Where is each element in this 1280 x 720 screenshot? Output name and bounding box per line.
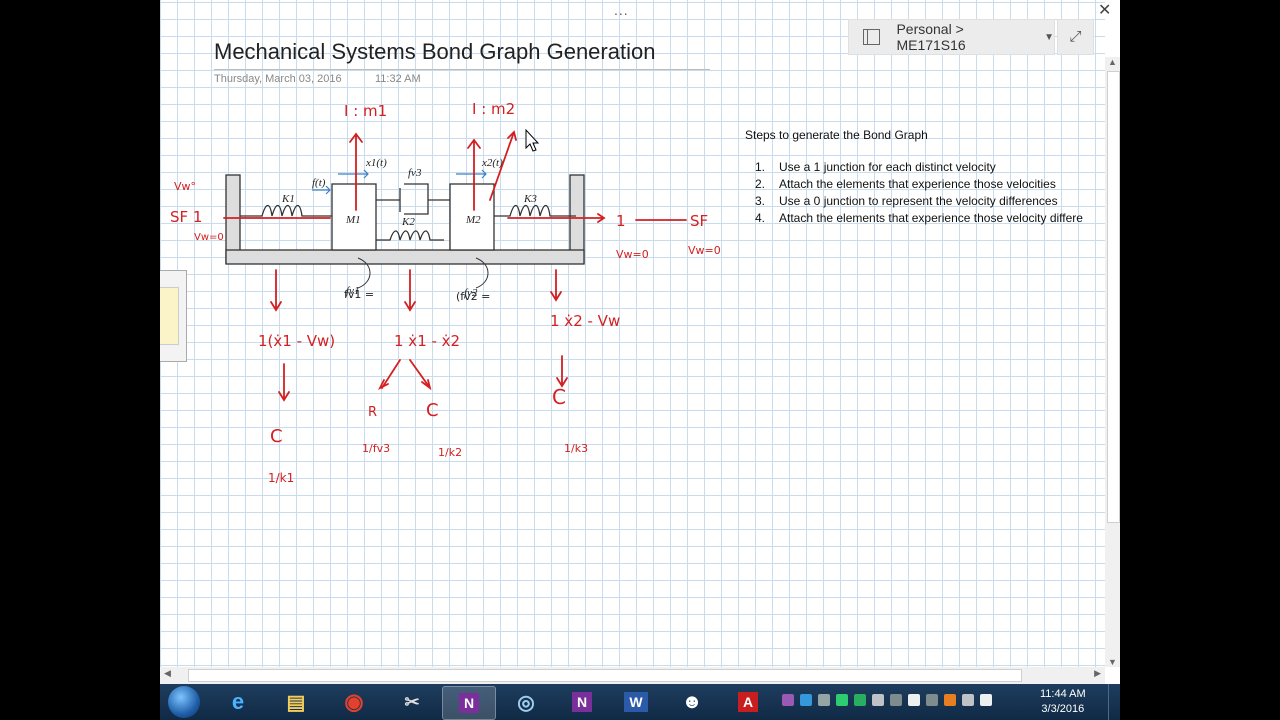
taskbar-app-onenote-2[interactable]: N [556, 686, 608, 718]
list-item: 3. Use a 0 junction to represent the velo… [755, 194, 1058, 208]
tray-icon[interactable] [836, 694, 848, 706]
left-letterbox [0, 0, 160, 720]
taskbar-app-acrobat[interactable]: A [722, 686, 774, 718]
tray-icon[interactable] [782, 694, 794, 706]
scroll-right-icon[interactable]: ▶ [1094, 668, 1101, 679]
list-item: 4. Attach the elements that experience th… [755, 211, 1083, 225]
horizontal-scroll-thumb[interactable] [188, 669, 1022, 682]
scroll-left-icon[interactable]: ◀ [164, 668, 171, 679]
x1t-label: x1(t) [365, 157, 387, 169]
system-tray[interactable] [782, 694, 992, 706]
ink-fv1-eq: fv1 = [344, 288, 374, 301]
tray-icon[interactable] [890, 694, 902, 706]
ink-c2: C [426, 400, 439, 421]
ink-sf-left: SF 1 [170, 208, 202, 226]
show-desktop-button[interactable] [1108, 684, 1121, 720]
taskbar-clock[interactable]: 11:44 AM 3/3/2016 [1040, 687, 1086, 717]
notebook-path: Personal > ME171S16 [896, 21, 966, 53]
expand-button[interactable]: ⤢ [1057, 19, 1094, 55]
bond-graph-diagram[interactable]: K1 K3 K2 M1 M2 f(t) x1(t) x2(t) fv3 fv1 … [160, 90, 740, 490]
network-icon[interactable] [962, 694, 974, 706]
pen-toolbar-tab[interactable] [160, 270, 187, 362]
x2t-label: x2(t) [481, 157, 503, 169]
list-item: 2. Attach the elements that experience th… [755, 177, 1056, 191]
taskbar-app-internet-explorer[interactable]: e [212, 686, 264, 718]
ink-r-val: 1/fv3 [362, 442, 390, 455]
list-item: 1. Use a 1 junction for each distinct vel… [755, 160, 996, 174]
taskbar-app-chrome[interactable]: ◉ [328, 686, 380, 718]
onenote-window: ... ✕ Personal > ME171S16 ▼ ⤢ Mechanical… [160, 0, 1120, 684]
mouse-cursor-icon [525, 128, 540, 152]
ink-vw-top-left: Vw° [174, 180, 196, 193]
k3-label: K3 [523, 193, 537, 205]
close-button[interactable]: ✕ [1098, 0, 1111, 20]
ink-junction-1: 1(ẋ1 - Vw) [258, 332, 335, 350]
volume-icon[interactable] [980, 694, 992, 706]
fv3-label: fv3 [408, 167, 422, 179]
taskbar-app-media-player[interactable]: ◎ [500, 686, 552, 718]
ink-sf-right: SF [690, 212, 708, 230]
ink-one-right: 1 [616, 212, 626, 230]
ink-r: R [368, 405, 377, 420]
ft-label: f(t) [312, 177, 326, 189]
ink-i-m1: I : m1 [344, 102, 387, 120]
tray-icon[interactable] [872, 694, 884, 706]
ink-text: I : m1 I : m2 SF 1 Vw=0 Vw° 1 SF Vw=0 Vw… [170, 100, 721, 485]
ink-c1: C [270, 426, 283, 447]
tray-icon[interactable] [926, 694, 938, 706]
vertical-scroll-thumb[interactable] [1107, 71, 1120, 523]
taskbar-app-onenote[interactable]: N [442, 686, 496, 720]
ink-junction-2: 1 ẋ1 - ẋ2 [394, 332, 460, 350]
notebook-icon [863, 29, 881, 45]
ink-fv2-eq: (fv2 = [456, 290, 490, 303]
steps-heading[interactable]: Steps to generate the Bond Graph [745, 128, 928, 142]
ink-vw0-right2: Vw=0 [688, 244, 721, 257]
menu-dots[interactable]: ... [614, 2, 629, 18]
page-title[interactable]: Mechanical Systems Bond Graph Generation [214, 39, 655, 65]
taskbar-app-owl[interactable]: ☻ [666, 686, 718, 718]
title-underline [214, 69, 710, 70]
vertical-scrollbar[interactable]: ▲ ▼ [1105, 57, 1120, 667]
ink-c3: C [552, 385, 566, 409]
k1-label: K1 [281, 193, 295, 205]
clock-date: 3/3/2016 [1041, 703, 1085, 715]
k2-label: K2 [401, 216, 415, 228]
clock-time: 11:44 AM [1040, 688, 1086, 700]
right-letterbox [1120, 0, 1280, 720]
ink-annotations [223, 130, 687, 402]
page-time: 11:32 AM [375, 73, 421, 85]
scroll-down-icon[interactable]: ▼ [1108, 657, 1117, 667]
tray-icon[interactable] [944, 694, 956, 706]
scroll-up-icon[interactable]: ▲ [1108, 57, 1117, 67]
ink-vw0-right1: Vw=0 [616, 248, 649, 261]
ink-vw0-left: Vw=0 [194, 232, 224, 243]
horizontal-scrollbar[interactable]: ◀ ▶ [160, 667, 1105, 684]
chevron-down-icon: ▼ [1044, 31, 1054, 43]
start-button[interactable] [168, 686, 200, 718]
tray-icon[interactable] [818, 694, 830, 706]
mechanical-figure [225, 174, 585, 289]
taskbar-app-snipping-tool[interactable]: ✂ [386, 686, 438, 718]
ink-i-m2: I : m2 [472, 100, 515, 118]
taskbar: e ▤ ◉ ✂ N ◎ N W ☻ A 11:44 AM 3/3/2016 [160, 684, 1120, 720]
taskbar-app-word[interactable]: W [610, 686, 662, 718]
page-date: Thursday, March 03, 2016 [214, 73, 342, 85]
tray-icon[interactable] [908, 694, 920, 706]
m2-label: M2 [465, 214, 481, 226]
tray-icon[interactable] [854, 694, 866, 706]
ink-c1-val: 1/k1 [268, 471, 294, 485]
pen-icon [160, 287, 179, 345]
notebook-selector[interactable]: Personal > ME171S16 ▼ [848, 19, 1055, 55]
ink-junction-3: 1 ẋ2 - Vw [550, 312, 620, 330]
tray-icon[interactable] [800, 694, 812, 706]
ink-c2-val: 1/k2 [438, 446, 462, 459]
steps-list[interactable]: 1. Use a 1 junction for each distinct vel… [755, 160, 1083, 228]
ink-c3-val: 1/k3 [564, 442, 588, 455]
taskbar-app-file-explorer[interactable]: ▤ [270, 686, 322, 718]
m1-label: M1 [345, 214, 361, 226]
